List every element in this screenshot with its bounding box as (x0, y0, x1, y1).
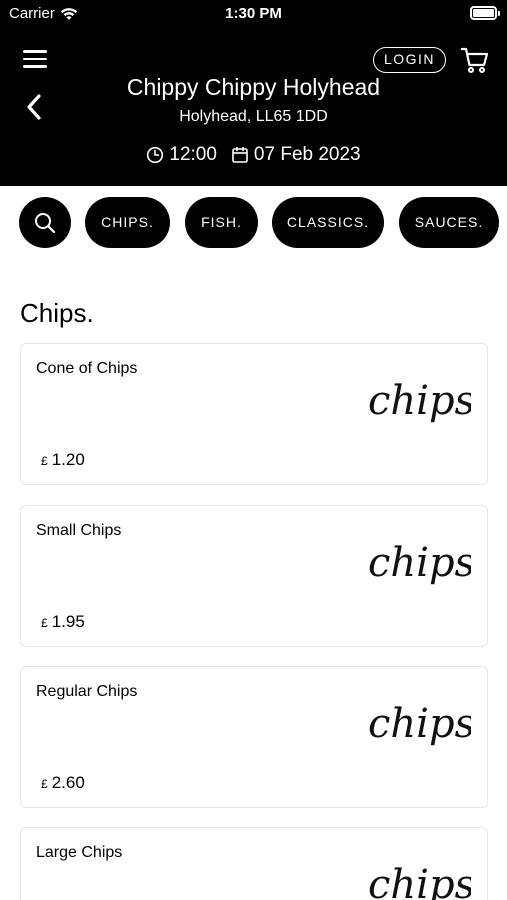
chips-script-logo: chips (368, 862, 471, 900)
product-card-small-chips[interactable]: Small Chips £ 1.95 chips (20, 505, 488, 647)
category-bar: CHIPS. FISH. CLASSICS. SAUCES. (0, 197, 507, 249)
menu-button[interactable] (23, 50, 47, 70)
product-name: Large Chips (36, 844, 123, 861)
order-date-value: 07 Feb 2023 (253, 144, 361, 165)
product-card-large-chips[interactable]: Large Chips chips (20, 827, 488, 900)
login-button[interactable]: LOGIN (373, 47, 446, 73)
cart-icon (460, 47, 489, 73)
price-amount: 1.20 (51, 450, 85, 469)
chips-script-logo: chips (368, 701, 471, 747)
currency-symbol: £ (41, 454, 48, 468)
product-name: Cone of Chips (36, 360, 138, 377)
currency-symbol: £ (41, 616, 48, 630)
order-time-value: 12:00 (169, 144, 217, 165)
order-date[interactable]: 07 Feb 2023 (231, 144, 361, 166)
product-image-text: chips (368, 862, 471, 900)
product-card-cone-of-chips[interactable]: Cone of Chips £ 1.20 chips (20, 343, 488, 485)
product-price: £ 1.95 (41, 612, 85, 632)
shop-name: Chippy Chippy Holyhead (126, 74, 381, 100)
search-icon (35, 212, 56, 233)
section-title: Chips. (20, 298, 94, 328)
category-sauces[interactable]: SAUCES. (399, 197, 499, 248)
currency-symbol: £ (41, 777, 48, 791)
calendar-icon (232, 146, 248, 163)
price-amount: 1.95 (51, 612, 85, 631)
product-price: £ 1.20 (41, 450, 85, 470)
back-button[interactable] (24, 92, 46, 122)
order-time[interactable]: 12:00 (146, 144, 217, 166)
status-bar: Carrier 1:30 PM (0, 0, 507, 28)
category-fish[interactable]: FISH. (185, 197, 258, 248)
product-image-text: chips (368, 701, 471, 747)
product-card-regular-chips[interactable]: Regular Chips £ 2.60 chips (20, 666, 488, 808)
product-name: Small Chips (36, 522, 122, 539)
product-image-text: chips (368, 540, 471, 586)
shop-address: Holyhead, LL65 1DD (179, 108, 328, 125)
status-time: 1:30 PM (225, 5, 282, 22)
product-name: Regular Chips (36, 683, 138, 700)
order-schedule[interactable]: 12:00 07 Feb 2023 (0, 144, 507, 166)
chips-script-logo: chips (368, 378, 471, 424)
product-price: £ 2.60 (41, 773, 85, 793)
search-button[interactable] (19, 197, 71, 248)
battery-icon (470, 6, 500, 20)
store-header: Carrier 1:30 PM LOGIN Chippy Chippy Holy… (0, 0, 507, 186)
chips-script-logo: chips (368, 540, 471, 586)
product-image-text: chips (368, 378, 471, 424)
category-chips[interactable]: CHIPS. (85, 197, 170, 248)
category-classics[interactable]: CLASSICS. (272, 197, 384, 248)
price-amount: 2.60 (51, 773, 85, 792)
clock-icon (147, 146, 164, 164)
cart-button[interactable] (460, 46, 490, 74)
chevron-left-icon (27, 94, 41, 120)
